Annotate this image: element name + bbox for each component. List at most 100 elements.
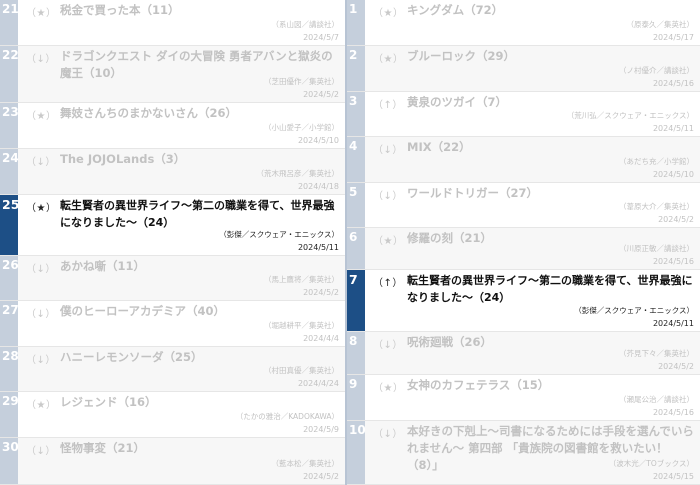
rank-number: 28 [0, 347, 19, 391]
rank-number: 29 [0, 392, 19, 437]
trend-indicator: （↓） [26, 157, 56, 168]
ranking-item[interactable]: 30 （↓） 怪物事変（21） （藍本松／集英社） 2024/5/2 [0, 438, 345, 485]
ranking-item[interactable]: 4 （↓） MIX（22） （あだち充／小学館） 2024/5/10 [347, 137, 700, 183]
trend-indicator: （↓） [26, 264, 56, 275]
book-title-link[interactable]: 怪物事変（21） [60, 440, 339, 457]
trend-indicator: （★） [26, 203, 57, 214]
ranking-item[interactable]: 9 （★） 女神のカフェテラス（15） （瀬尾公治／講談社） 2024/5/16 [347, 375, 700, 421]
release-date: 2024/5/11 [652, 124, 694, 133]
trend-indicator: （★） [373, 236, 404, 247]
ranking-item[interactable]: 8 （↓） 呪術廻戦（26） （芥見下々／集英社） 2024/5/2 [347, 332, 700, 375]
ranking-item-highlighted[interactable]: 25 （★） 転生賢者の異世界ライフ～第二の職業を得て、世界最強になりました～（24… [0, 195, 345, 256]
trend-indicator: （↑） [373, 100, 403, 111]
ranking-item[interactable]: 22 （↓） ドラゴンクエスト ダイの大冒険 勇者アバンと獄炎の魔王（10） （芝田優… [0, 46, 345, 103]
rank-number: 10 [347, 421, 366, 484]
release-date: 2024/5/2 [303, 288, 339, 297]
rank-number: 1 [347, 0, 365, 45]
author-publisher: （川原正敏／講談社） [619, 244, 694, 253]
author-publisher: （葦原大介／集英社） [619, 202, 694, 211]
book-title-link[interactable]: ハニーレモンソーダ（25） [60, 349, 339, 366]
release-date: 2024/5/11 [297, 243, 339, 252]
trend-indicator: （↑） [373, 278, 403, 289]
rank-number: 5 [347, 183, 365, 227]
release-date: 2024/5/17 [652, 33, 694, 42]
trend-indicator: （★） [373, 383, 404, 394]
trend-indicator: （↓） [26, 54, 56, 65]
ranking-item[interactable]: 1 （★） キングダム（72） （原泰久／集英社） 2024/5/17 [347, 0, 700, 46]
trend-indicator: （↓） [373, 145, 403, 156]
ranking-item-highlighted[interactable]: 7 （↑） 転生賢者の異世界ライフ～第二の職業を得て、世界最強になりました～（24）… [347, 270, 700, 332]
ranking-column-right: 1 （★） キングダム（72） （原泰久／集英社） 2024/5/17 2 （★） ブルーロッ… [347, 0, 700, 485]
release-date: 2024/5/16 [652, 257, 694, 266]
trend-indicator: （★） [373, 8, 404, 19]
release-date: 2024/5/2 [658, 215, 694, 224]
book-title-link[interactable]: キングダム（72） [407, 2, 694, 19]
book-title-link[interactable]: 黄泉のツガイ（7） [407, 94, 694, 111]
book-title-link[interactable]: レジェンド（16） [60, 394, 339, 411]
book-title-link[interactable]: The JOJOLands（3） [60, 151, 339, 168]
book-title-link[interactable]: あかね噺（11） [60, 258, 339, 275]
rank-number: 25 [0, 195, 19, 255]
ranking-item[interactable]: 24 （↓） The JOJOLands（3） （荒木飛呂彦／集英社） 2024/4/1… [0, 149, 345, 195]
ranking-item[interactable]: 3 （↑） 黄泉のツガイ（7） （荒川弘／スクウェア・エニックス） 2024/5/11 [347, 92, 700, 137]
trend-indicator: （★） [26, 8, 57, 19]
rank-number: 27 [0, 301, 19, 346]
author-publisher: （瀬尾公治／講談社） [619, 395, 694, 404]
ranking-item[interactable]: 28 （↓） ハニーレモンソーダ（25） （村田真優／集英社） 2024/4/24 [0, 347, 345, 392]
author-publisher: （あだち充／小学館） [619, 157, 694, 166]
book-title-link[interactable]: 転生賢者の異世界ライフ～第二の職業を得て、世界最強になりました～（24） [60, 197, 339, 231]
ranking-item[interactable]: 6 （★） 修羅の刻（21） （川原正敏／講談社） 2024/5/16 [347, 228, 700, 270]
trend-indicator: （↓） [26, 309, 56, 320]
rank-number: 2 [347, 46, 365, 91]
rank-number: 30 [0, 438, 19, 484]
author-publisher: （小山愛子／小学館） [264, 123, 339, 132]
release-date: 2024/4/4 [303, 334, 339, 343]
trend-indicator: （↓） [26, 355, 56, 366]
author-publisher: （堀越耕平／集英社） [264, 321, 339, 330]
author-publisher: （たかの雅治／KADOKAWA） [235, 412, 339, 421]
ranking-item[interactable]: 29 （★） レジェンド（16） （たかの雅治／KADOKAWA） 2024/5/9 [0, 392, 345, 438]
trend-indicator: （↓） [26, 446, 56, 457]
release-date: 2024/5/16 [652, 408, 694, 417]
book-title-link[interactable]: 転生賢者の異世界ライフ～第二の職業を得て、世界最強になりました～（24） [407, 272, 694, 306]
rank-number: 8 [347, 332, 365, 374]
book-title-link[interactable]: MIX（22） [407, 139, 694, 156]
trend-indicator: （↓） [373, 191, 403, 202]
rank-number: 7 [347, 270, 365, 331]
ranking-item[interactable]: 23 （★） 舞妓さんちのまかないさん（26） （小山愛子／小学館） 2024/5/10 [0, 103, 345, 149]
release-date: 2024/4/18 [297, 182, 339, 191]
ranking-item[interactable]: 21 （★） 税金で買った本（11） （系山図／講談社） 2024/5/7 [0, 0, 345, 46]
ranking-item[interactable]: 26 （↓） あかね噺（11） （馬上鷹将／集英社） 2024/5/2 [0, 256, 345, 301]
ranking-item[interactable]: 27 （↓） 僕のヒーローアカデミア（40） （堀越耕平／集英社） 2024/4/4 [0, 301, 345, 347]
book-title-link[interactable]: ワールドトリガー（27） [407, 185, 694, 202]
release-date: 2024/5/15 [652, 472, 694, 481]
rank-number: 9 [347, 375, 365, 420]
rank-number: 6 [347, 228, 365, 269]
release-date: 2024/5/2 [303, 90, 339, 99]
release-date: 2024/5/10 [652, 170, 694, 179]
author-publisher: （芥見下々／集英社） [619, 349, 694, 358]
trend-indicator: （★） [26, 111, 57, 122]
book-title-link[interactable]: 僕のヒーローアカデミア（40） [60, 303, 339, 320]
book-title-link[interactable]: 税金で買った本（11） [60, 2, 339, 19]
rank-number: 4 [347, 137, 365, 182]
ranking-item[interactable]: 10 （↓） 本好きの下剋上～司書になるためには手段を選んでいられません～ 第四部 … [347, 421, 700, 485]
book-title-link[interactable]: ブルーロック（29） [407, 48, 694, 65]
author-publisher: （原泰久／集英社） [626, 20, 695, 29]
ranking-item[interactable]: 5 （↓） ワールドトリガー（27） （葦原大介／集英社） 2024/5/2 [347, 183, 700, 228]
release-date: 2024/4/24 [297, 379, 339, 388]
trend-indicator: （↓） [373, 340, 403, 351]
ranking-item[interactable]: 2 （★） ブルーロック（29） （ノ村優介／講談社） 2024/5/16 [347, 46, 700, 92]
author-publisher: （馬上鷹将／集英社） [264, 275, 339, 284]
rank-number: 26 [0, 256, 19, 300]
release-date: 2024/5/7 [303, 33, 339, 42]
release-date: 2024/5/2 [658, 362, 694, 371]
release-date: 2024/5/16 [652, 79, 694, 88]
book-title-link[interactable]: 女神のカフェテラス（15） [407, 377, 694, 394]
release-date: 2024/5/2 [303, 472, 339, 481]
trend-indicator: （↓） [373, 429, 403, 440]
release-date: 2024/5/10 [297, 136, 339, 145]
author-publisher: （波木光／TOブックス） [608, 459, 694, 468]
rank-number: 24 [0, 149, 19, 194]
book-title-link[interactable]: 舞妓さんちのまかないさん（26） [60, 105, 339, 122]
